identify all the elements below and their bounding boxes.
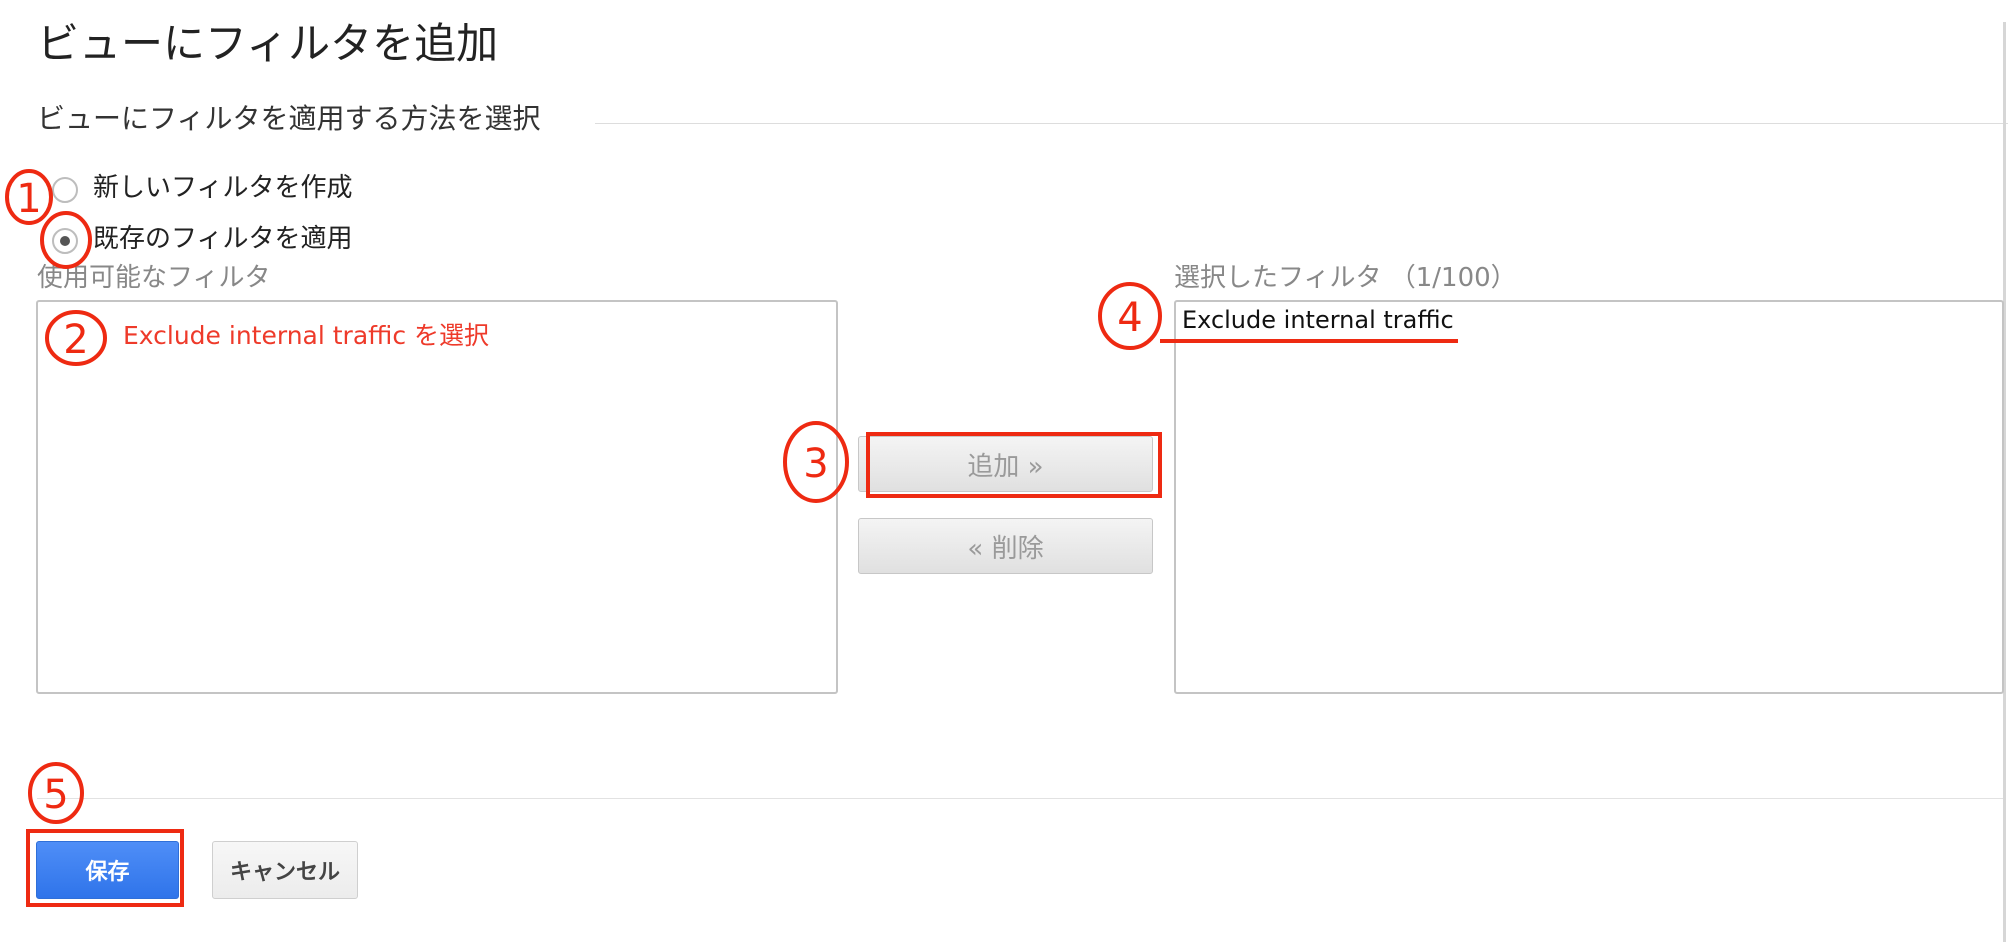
annotation-number-1: 1 [16, 176, 41, 222]
annotation-number-3: 3 [803, 441, 828, 487]
annotation-number-4: 4 [1117, 295, 1142, 341]
annotation-number-2: 2 [63, 317, 88, 363]
annotation-drawings: 1 2 3 4 5 [5, 169, 1162, 824]
annotation-circle-radio [40, 211, 92, 269]
annotation-number-5: 5 [43, 772, 68, 818]
